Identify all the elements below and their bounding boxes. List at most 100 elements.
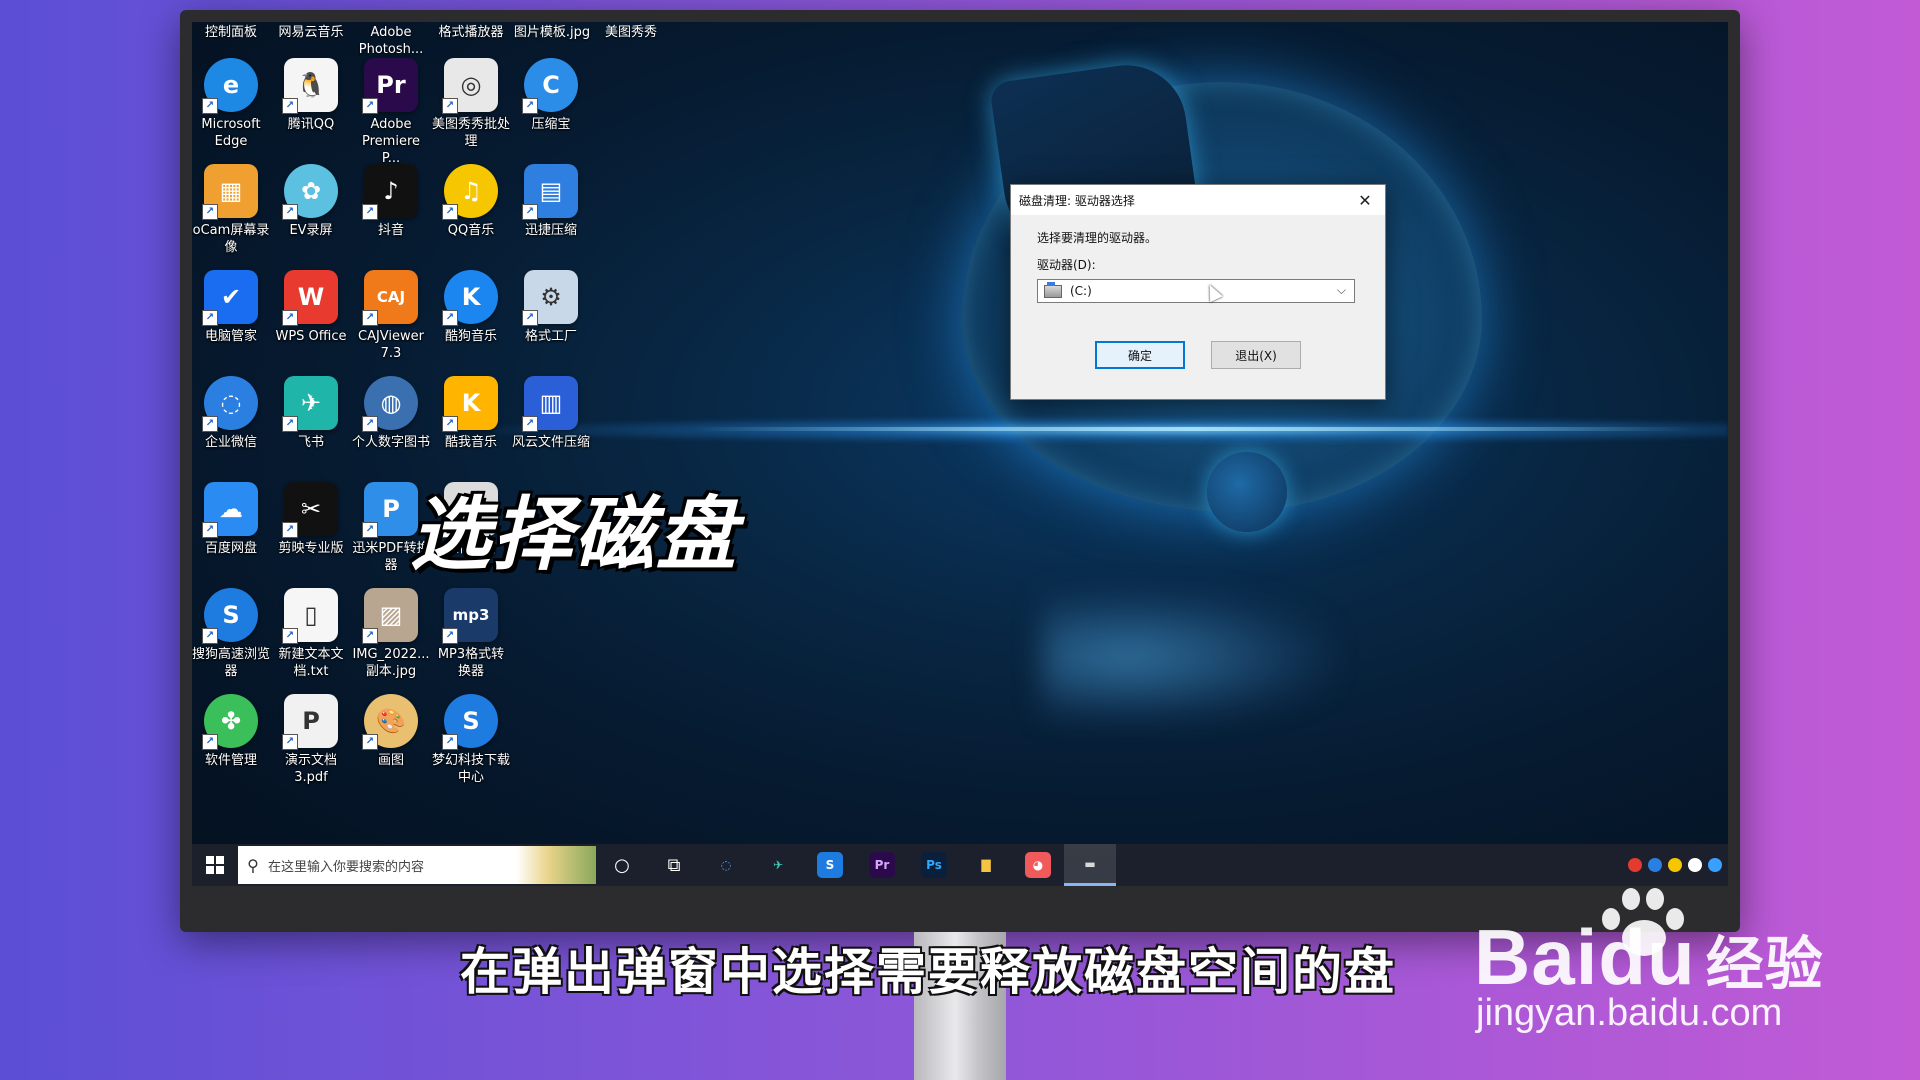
desktop-label-image-template[interactable]: 图片模板.jpg [510,24,594,41]
dialog-titlebar[interactable]: 磁盘清理: 驱动器选择 ✕ [1011,185,1385,215]
windows-logo-icon [206,856,224,874]
close-icon[interactable]: ✕ [1353,191,1377,210]
desktop-icon-label: IMG_2022... 副本.jpg [352,647,430,679]
start-button[interactable] [192,844,238,886]
task-view-button[interactable]: ⧉ [648,844,700,886]
desktop-icon-jianying[interactable]: ✂ ↗ 剪映专业版 [272,482,350,557]
yasuobao-icon: C ↗ [522,58,578,114]
desktop-label-photoshop[interactable]: Adobe Photosh... [352,24,430,58]
cortana-button[interactable]: ○ [596,844,648,886]
shortcut-arrow-icon: ↗ [362,734,378,750]
disk-cleanup-taskbar[interactable]: ▬ [1064,844,1116,886]
desktop-icon-ocam[interactable]: ▦ ↗ oCam屏幕录像 [192,164,270,256]
desktop-label-format-player[interactable]: 格式播放器 [432,24,510,41]
wecom-taskbar[interactable]: ◌ [700,844,752,886]
tray-icon-2[interactable] [1648,858,1662,872]
dialog-title: 磁盘清理: 驱动器选择 [1019,193,1135,208]
desktop-icon-meitu-batch[interactable]: ◎ ↗ 美图秀秀批处理 [432,58,510,150]
shortcut-arrow-icon: ↗ [442,310,458,326]
photoshop-taskbar[interactable]: Ps [908,844,960,886]
watermark-brand: Bai [1474,913,1599,1001]
desktop-icon-kugou-music[interactable]: K ↗ 酷狗音乐 [432,270,510,345]
search-decoration [516,846,596,884]
desktop-icon-label: 美图秀秀批处理 [432,117,511,149]
explorer-taskbar[interactable]: ▇ [960,844,1012,886]
tray-icon-1[interactable] [1628,858,1642,872]
feishu-taskbar[interactable]: ✈ [752,844,804,886]
sogou-browser-icon: S ↗ [202,588,258,644]
desktop-icon-wps-office[interactable]: W ↗ WPS Office [272,270,350,345]
tray-icon-5[interactable] [1708,858,1722,872]
desktop-icon-label: 抖音 [377,223,404,238]
video-subtitle: 在弹出弹窗中选择需要释放磁盘空间的盘 [460,943,1396,1001]
photoshop-icon: Ps [921,852,947,878]
taskbar-search[interactable]: ⚲ 在这里输入你要搜索的内容 [238,846,596,884]
desktop-icon-img-copy[interactable]: ▨ ↗ IMG_2022... 副本.jpg [352,588,430,680]
desktop-icon-microsoft-edge[interactable]: e ↗ Microsoft Edge [192,58,270,150]
desktop-icon-mp3-converter[interactable]: mp3 ↗ MP3格式转换器 [432,588,510,680]
sogou-taskbar[interactable]: S [804,844,856,886]
desktop-icon-format-factory[interactable]: ⚙ ↗ 格式工厂 [512,270,590,345]
desktop-icon-fengyun-zip[interactable]: ▥ ↗ 风云文件压缩 [512,376,590,451]
meitu-taskbar[interactable]: ◕ [1012,844,1064,886]
shortcut-arrow-icon: ↗ [442,628,458,644]
wecom-icon: ◌ [720,858,732,872]
desktop-icon-dream-download[interactable]: S ↗ 梦幻科技下载中心 [432,694,510,786]
format-factory-icon: ⚙ ↗ [522,270,578,326]
demo-pdf-icon: P ↗ [282,694,338,750]
desktop-icon-software-manager[interactable]: ✤ ↗ 软件管理 [192,694,270,769]
explorer-icon: ▇ [981,858,991,872]
digital-library-icon: ◍ ↗ [362,376,418,432]
chevron-down-icon[interactable]: ⌵ [1337,283,1346,298]
qq-music-icon: ♫ ↗ [442,164,498,220]
desktop-icon-yasuobao[interactable]: C ↗ 压缩宝 [512,58,590,133]
desktop-label-netease-music[interactable]: 网易云音乐 [272,24,350,41]
desktop-icon-ev-recorder[interactable]: ✿ ↗ EV录屏 [272,164,350,239]
desktop-icon-demo-pdf[interactable]: P ↗ 演示文档3.pdf [272,694,350,786]
desktop-icon-new-text-file[interactable]: ▯ ↗ 新建文本文档.txt [272,588,350,680]
desktop-icon-adobe-premiere[interactable]: Pr ↗ Adobe Premiere P... [352,58,430,167]
desktop-icon-xunjie-zip[interactable]: ▤ ↗ 迅捷压缩 [512,164,590,239]
desktop-icon-sogou-browser[interactable]: S ↗ 搜狗高速浏览器 [192,588,270,680]
desktop-icon-kuwo-music[interactable]: K ↗ 酷我音乐 [432,376,510,451]
tray-icon-4[interactable] [1688,858,1702,872]
shortcut-arrow-icon: ↗ [442,204,458,220]
shortcut-arrow-icon: ↗ [202,416,218,432]
mp3-converter-icon: mp3 ↗ [442,588,498,644]
feishu-icon: ✈ ↗ [282,376,338,432]
adobe-premiere-icon: Pr ↗ [362,58,418,114]
desktop-icon-cajviewer[interactable]: CAJ ↗ CAJViewer 7.3 [352,270,430,362]
disk-cleanup-icon: ▬ [1084,856,1096,871]
exit-button[interactable]: 退出(X) [1211,341,1301,369]
shortcut-arrow-icon: ↗ [362,98,378,114]
meitu-icon: ◕ [1025,852,1051,878]
desktop-label-meitu[interactable]: 美图秀秀 [592,24,670,41]
new-text-file-icon: ▯ ↗ [282,588,338,644]
desktop-icon-baidu-netdisk[interactable]: ☁ ↗ 百度网盘 [192,482,270,557]
desktop-icon-feishu[interactable]: ✈ ↗ 飞书 [272,376,350,451]
desktop-icon-pc-manager[interactable]: ✔ ↗ 电脑管家 [192,270,270,345]
shortcut-arrow-icon: ↗ [282,310,298,326]
desktop-icon-qq-music[interactable]: ♫ ↗ QQ音乐 [432,164,510,239]
desktop-icon-tencent-qq[interactable]: 🐧 ↗ 腾讯QQ [272,58,350,133]
wallpaper-blur [1042,592,1332,722]
desktop-icon-label: oCam屏幕录像 [192,223,270,255]
shortcut-arrow-icon: ↗ [522,416,538,432]
ok-button[interactable]: 确定 [1095,341,1185,369]
desktop-icon-douyin[interactable]: ♪ ↗ 抖音 [352,164,430,239]
tray-icon-3[interactable] [1668,858,1682,872]
desktop-icon-label: 企业微信 [204,435,257,450]
shortcut-arrow-icon: ↗ [362,416,378,432]
desktop-icon-wecom[interactable]: ◌ ↗ 企业微信 [192,376,270,451]
desktop-icon-label: QQ音乐 [447,223,495,238]
shortcut-arrow-icon: ↗ [282,416,298,432]
disk-cleanup-dialog: 磁盘清理: 驱动器选择 ✕ 选择要清理的驱动器。 驱动器(D): (C:) ⌵ … [1010,184,1386,400]
desktop-label-control-panel[interactable]: 控制面板 [192,24,270,41]
desktop-icon-label: 格式工厂 [524,329,577,344]
shortcut-arrow-icon: ↗ [442,734,458,750]
drive-select[interactable]: (C:) ⌵ [1037,279,1355,303]
desktop-icon-label: 软件管理 [204,753,257,768]
premiere-taskbar[interactable]: Pr [856,844,908,886]
desktop-icon-paint[interactable]: 🎨 ↗ 画图 [352,694,430,769]
desktop-icon-digital-library[interactable]: ◍ ↗ 个人数字图书 [352,376,430,451]
